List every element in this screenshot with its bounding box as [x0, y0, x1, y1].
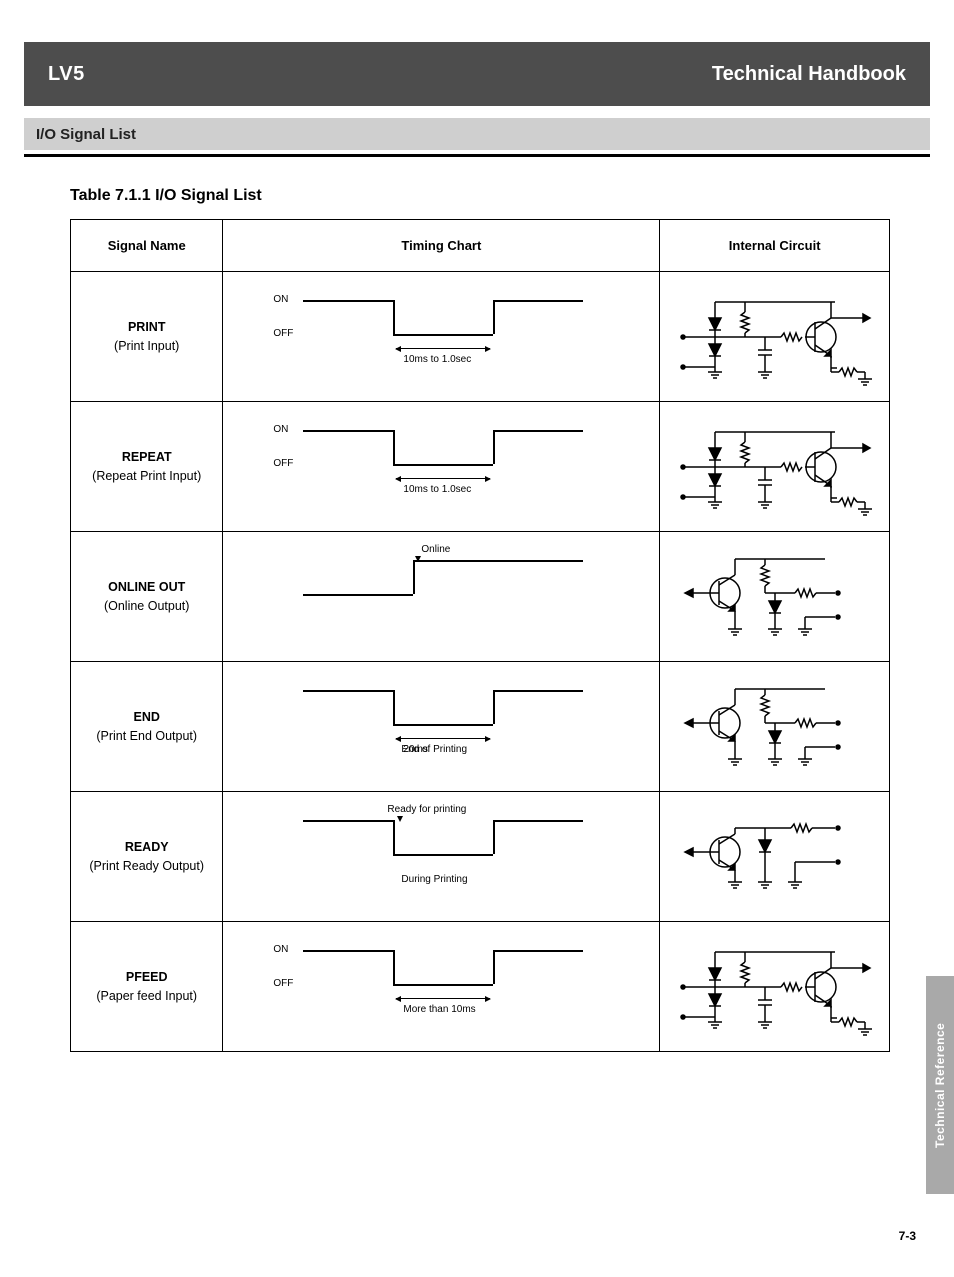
circuit-cell [660, 792, 890, 922]
signal-desc: (Print Ready Output) [79, 857, 214, 876]
level-off-label: OFF [273, 328, 293, 339]
col-circuit: Internal Circuit [660, 220, 890, 272]
timing-cell: 20msEnd of Printing [223, 662, 660, 792]
separator [24, 154, 930, 157]
timing-duration-label: More than 10ms [403, 1004, 475, 1015]
page-edition: Technical Handbook [712, 63, 906, 86]
circuit-diagram [675, 412, 875, 522]
section-title: I/O Signal List [36, 126, 136, 143]
signal-name: PRINT [79, 318, 214, 337]
page-title: LV5 [48, 63, 85, 86]
action-below-label: End of Printing [401, 744, 467, 755]
timing-duration-label: 10ms to 1.0sec [403, 354, 471, 365]
signal-name-cell: READY(Print Ready Output) [71, 792, 223, 922]
timing-cell: More than 10ms ON OFF [223, 922, 660, 1052]
table-row: ONLINE OUT(Online Output) Online [71, 532, 890, 662]
signal-desc: (Online Output) [79, 597, 214, 616]
circuit-diagram [675, 547, 875, 647]
signal-name-cell: PRINT(Print Input) [71, 272, 223, 402]
signal-desc: (Repeat Print Input) [79, 467, 214, 486]
circuit-cell [660, 402, 890, 532]
circuit-diagram [675, 812, 875, 902]
circuit-diagram [675, 932, 875, 1042]
signal-name: READY [79, 838, 214, 857]
timing-cell: Online [223, 532, 660, 662]
table-row: PRINT(Print Input) 10ms to 1.0sec ON OFF [71, 272, 890, 402]
signal-desc: (Paper feed Input) [79, 987, 214, 1006]
timing-cell: Ready for printing During Printing [223, 792, 660, 922]
table-row: READY(Print Ready Output)Ready for print… [71, 792, 890, 922]
signal-name-cell: REPEAT(Repeat Print Input) [71, 402, 223, 532]
level-on-label: ON [273, 944, 288, 955]
page-number: 7-3 [899, 1229, 916, 1243]
action-top-label: Ready for printing [387, 804, 466, 815]
level-on-label: ON [273, 424, 288, 435]
circuit-diagram [675, 282, 875, 392]
action-top-label: Online [421, 544, 450, 555]
signal-name: ONLINE OUT [79, 578, 214, 597]
signal-name: REPEAT [79, 448, 214, 467]
timing-duration-label: 10ms to 1.0sec [403, 484, 471, 495]
table-header-row: Signal Name Timing Chart Internal Circui… [71, 220, 890, 272]
col-signal-name: Signal Name [71, 220, 223, 272]
table-row: END(Print End Output)20msEnd of Printing [71, 662, 890, 792]
circuit-cell [660, 532, 890, 662]
signal-name-cell: PFEED(Paper feed Input) [71, 922, 223, 1052]
level-off-label: OFF [273, 978, 293, 989]
signal-desc: (Print End Output) [79, 727, 214, 746]
signal-name: PFEED [79, 968, 214, 987]
signal-name: END [79, 708, 214, 727]
signal-desc: (Print Input) [79, 337, 214, 356]
signal-name-cell: ONLINE OUT(Online Output) [71, 532, 223, 662]
circuit-cell [660, 272, 890, 402]
signal-table: Signal Name Timing Chart Internal Circui… [70, 219, 890, 1052]
timing-cell: 10ms to 1.0sec ON OFF [223, 402, 660, 532]
table-row: PFEED(Paper feed Input) More than 10ms ON O… [71, 922, 890, 1052]
circuit-cell [660, 922, 890, 1052]
circuit-cell [660, 662, 890, 792]
table-row: REPEAT(Repeat Print Input)10ms to 1.0sec… [71, 402, 890, 532]
signal-name-cell: END(Print End Output) [71, 662, 223, 792]
circuit-diagram [675, 677, 875, 777]
col-timing: Timing Chart [223, 220, 660, 272]
table-title: Table 7.1.1 I/O Signal List [70, 187, 954, 205]
timing-cell: 10ms to 1.0sec ON OFF [223, 272, 660, 402]
side-tab: Technical Reference [926, 976, 954, 1194]
action-below-label: During Printing [401, 874, 467, 885]
level-off-label: OFF [273, 458, 293, 469]
level-on-label: ON [273, 294, 288, 305]
